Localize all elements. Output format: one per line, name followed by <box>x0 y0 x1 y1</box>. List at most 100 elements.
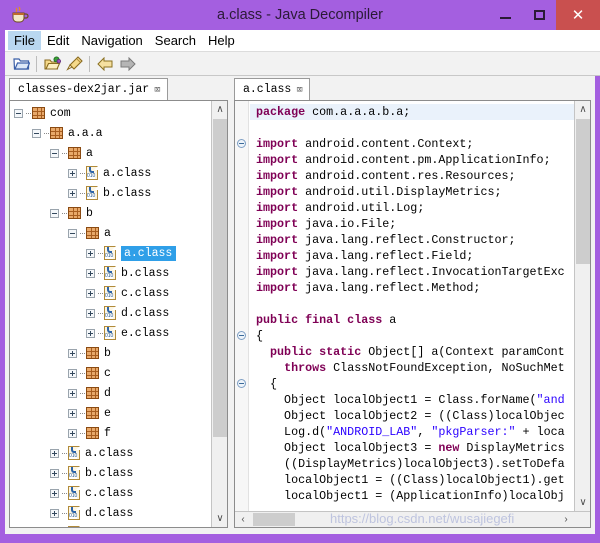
expand-icon[interactable] <box>68 429 77 438</box>
collapse-icon[interactable] <box>32 129 41 138</box>
menu-item-help[interactable]: Help <box>202 31 241 50</box>
back-arrow-icon[interactable] <box>94 54 116 74</box>
code-line: import android.content.res.Resources; <box>250 168 574 184</box>
code-keyword: import <box>256 201 298 215</box>
tree-item-com[interactable]: com <box>10 103 210 123</box>
package-tree[interactable]: coma.a.aaa.classb.classbaa.classb.classc… <box>9 100 228 528</box>
expand-icon[interactable] <box>50 469 59 478</box>
package-icon <box>86 407 99 419</box>
tree-scroll-down-button[interactable]: ∨ <box>212 510 228 527</box>
tree-indent <box>10 333 86 334</box>
tree-item-a-class[interactable]: a.class <box>10 243 210 263</box>
collapse-icon[interactable] <box>68 229 77 238</box>
expand-icon[interactable] <box>86 329 95 338</box>
tree-connector <box>80 233 85 234</box>
window-controls: ✕ <box>488 0 600 30</box>
tree-item-a[interactable]: a <box>10 143 210 163</box>
expand-icon[interactable] <box>68 369 77 378</box>
class-file-icon <box>104 306 116 320</box>
tree-connector <box>62 213 67 214</box>
tab-close-icon[interactable]: ⌧ <box>154 83 161 97</box>
menu-item-navigation[interactable]: Navigation <box>75 31 148 50</box>
editor-vertical-scrollbar[interactable]: ∧ ∨ <box>574 101 590 511</box>
expand-icon[interactable] <box>68 349 77 358</box>
tab-a-class[interactable]: a.class ⌧ <box>234 78 310 100</box>
tree-item-a[interactable]: a <box>10 223 210 243</box>
tree-connector <box>80 193 85 194</box>
code-line: package com.a.a.a.b.a; <box>250 104 574 120</box>
minimize-button[interactable] <box>488 0 522 30</box>
fold-collapse-icon[interactable] <box>237 379 246 388</box>
tree-item-f[interactable]: f <box>10 423 210 443</box>
expand-icon[interactable] <box>86 289 95 298</box>
forward-arrow-icon[interactable] <box>116 54 138 74</box>
tree-item-d[interactable]: d <box>10 383 210 403</box>
expand-icon[interactable] <box>86 249 95 258</box>
tree-item-a-class[interactable]: a.class <box>10 163 210 183</box>
tab-classes-dex2jar-jar[interactable]: classes-dex2jar.jar ⌧ <box>9 78 168 100</box>
tree-item-e-class[interactable]: e.class <box>10 323 210 343</box>
code-text: java.lang.reflect.InvocationTargetExc <box>298 265 565 279</box>
expand-icon[interactable] <box>86 269 95 278</box>
tree-item-c[interactable]: c <box>10 363 210 383</box>
editor-horizontal-scrollbar[interactable]: ‹ › https://blog.csdn.net/wusajiegefi <box>235 511 590 527</box>
tree-item-label: com <box>50 107 71 120</box>
tree-item-b-class[interactable]: b.class <box>10 263 210 283</box>
maximize-button[interactable] <box>522 0 556 30</box>
expand-icon[interactable] <box>50 509 59 518</box>
code-text: java.lang.reflect.Method; <box>298 281 480 295</box>
tree-item-a-class[interactable]: a.class <box>10 443 210 463</box>
collapse-icon[interactable] <box>50 149 59 158</box>
editor-hscroll-thumb[interactable] <box>253 513 295 526</box>
expand-icon[interactable] <box>68 189 77 198</box>
expand-icon[interactable] <box>50 449 59 458</box>
tree-item-label: a.a.a <box>68 127 103 140</box>
collapse-icon[interactable] <box>14 109 23 118</box>
expand-icon[interactable] <box>86 309 95 318</box>
tree-item-d-class[interactable]: d.class <box>10 303 210 323</box>
expand-icon[interactable] <box>68 389 77 398</box>
class-file-icon <box>104 286 116 300</box>
tree-indent <box>10 413 68 414</box>
tree-item-c-class[interactable]: c.class <box>10 283 210 303</box>
editor-scroll-down-button[interactable]: ∨ <box>575 494 591 511</box>
open-file-icon[interactable] <box>10 54 32 74</box>
highlighter-icon[interactable] <box>63 54 85 74</box>
tree-item-d-class[interactable]: d.class <box>10 503 210 523</box>
tree-item-b[interactable]: b <box>10 203 210 223</box>
source-code-text[interactable]: package com.a.a.a.b.a; import android.co… <box>250 101 574 511</box>
fold-gutter[interactable] <box>235 101 249 511</box>
tree-item-b-class[interactable]: b.class <box>10 183 210 203</box>
main-area: classes-dex2jar.jar ⌧ coma.a.aaa.classb.… <box>5 76 595 534</box>
code-line: localObject1 = (ApplicationInfo)localObj <box>250 488 574 504</box>
tree-item-e[interactable]: e <box>10 403 210 423</box>
tree-scroll-thumb[interactable] <box>213 119 227 437</box>
expand-icon[interactable] <box>68 169 77 178</box>
tree-item-e-class[interactable]: e.class <box>10 523 210 528</box>
tree-item-b[interactable]: b <box>10 343 210 363</box>
editor-scroll-thumb[interactable] <box>576 119 590 264</box>
fold-collapse-icon[interactable] <box>237 139 246 148</box>
tree-scroll-up-button[interactable]: ∧ <box>212 101 228 118</box>
fold-collapse-icon[interactable] <box>237 331 246 340</box>
code-line: import java.lang.reflect.Field; <box>250 248 574 264</box>
editor-scroll-left-button[interactable]: ‹ <box>235 512 251 527</box>
menu-item-file[interactable]: File <box>8 31 41 50</box>
close-button[interactable]: ✕ <box>556 0 600 30</box>
menu-item-search[interactable]: Search <box>149 31 202 50</box>
tree-item-a-a-a[interactable]: a.a.a <box>10 123 210 143</box>
tree-item-c-class[interactable]: c.class <box>10 483 210 503</box>
collapse-icon[interactable] <box>50 209 59 218</box>
open-type-icon[interactable] <box>41 54 63 74</box>
editor-scroll-right-button[interactable]: › <box>558 512 574 527</box>
menu-item-edit[interactable]: Edit <box>41 31 75 50</box>
source-editor[interactable]: package com.a.a.a.b.a; import android.co… <box>234 100 591 528</box>
expand-icon[interactable] <box>50 489 59 498</box>
expand-icon[interactable] <box>68 409 77 418</box>
tab-close-icon[interactable]: ⌧ <box>296 83 303 97</box>
tree-item-b-class[interactable]: b.class <box>10 463 210 483</box>
editor-scroll-up-button[interactable]: ∧ <box>575 101 591 118</box>
tree-vertical-scrollbar[interactable]: ∧ ∨ <box>211 101 227 527</box>
tree-connector <box>98 313 103 314</box>
window-border-bottom <box>0 534 600 543</box>
